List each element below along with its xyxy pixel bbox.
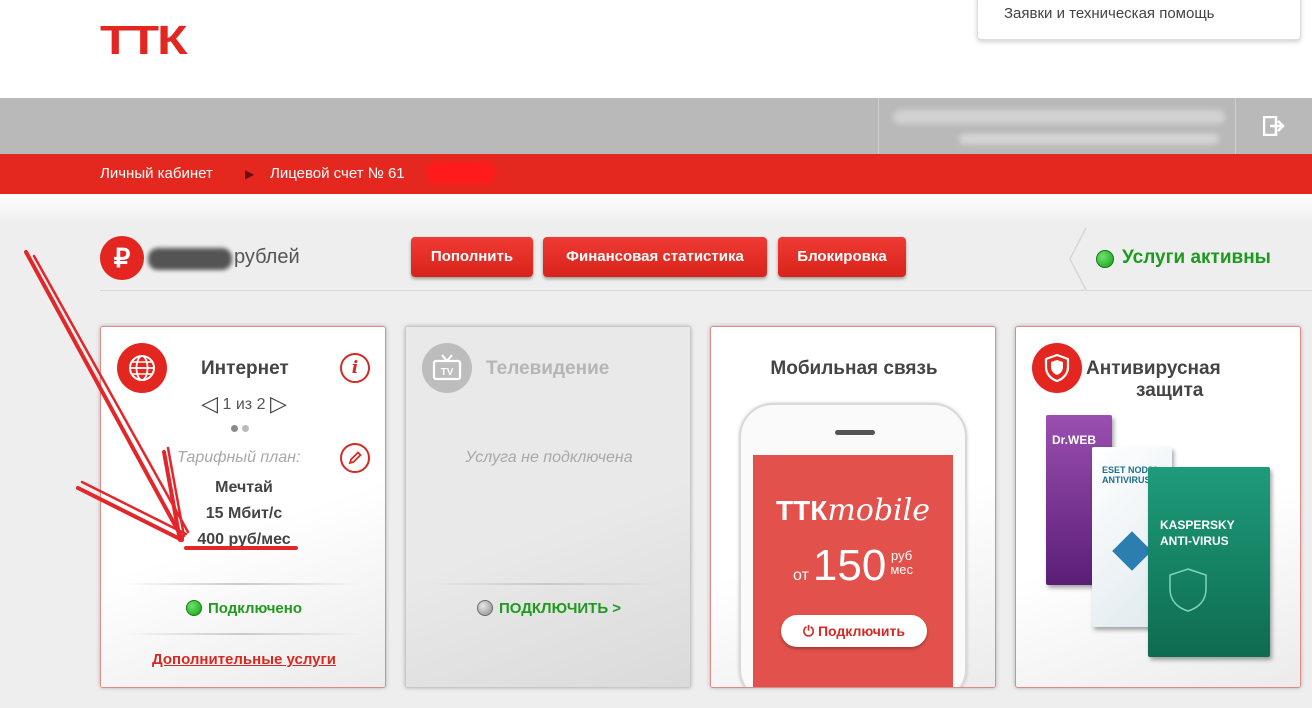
breadcrumb: Личный кабинет ▶ Лицевой счет № 61 (0, 154, 1312, 194)
redacted-user-name (893, 110, 1225, 124)
tv-connect-text[interactable]: ПОДКЛЮЧИТЬ > (499, 600, 621, 617)
logout-button[interactable] (1236, 98, 1312, 154)
mobile-connect-button[interactable]: ⏻ Подключить (781, 615, 927, 647)
help-dropdown[interactable]: Заявки и техническая помощь (977, 0, 1301, 40)
pager-dot[interactable] (231, 425, 238, 432)
ttk-mobile-logo: ТТКmobile (776, 493, 930, 528)
tv-icon: TV (422, 343, 472, 393)
breadcrumb-home[interactable]: Личный кабинет (100, 165, 213, 182)
plan-speed: 15 Мбит/с (205, 505, 283, 522)
tv-title: Телевидение (486, 358, 610, 379)
phone-screen: ТТКmobile от150 руб мес ⏻ Подключить (753, 455, 953, 687)
mobile-title: Мобильная связь (770, 358, 938, 379)
divider (100, 290, 1312, 291)
status-active-icon (1096, 250, 1114, 268)
info-icon[interactable]: i (340, 353, 370, 383)
ruble-icon: ₽ (100, 236, 144, 280)
internet-status-text: Подключено (208, 600, 302, 617)
globe-icon (117, 343, 167, 393)
disconnected-icon (476, 600, 493, 616)
svg-text:TV: TV (441, 367, 454, 378)
plan-label: Тарифный план: (177, 449, 301, 466)
antivirus-title: Антивирусная защита (1086, 358, 1221, 401)
help-link[interactable]: Заявки и техническая помощь (1004, 5, 1214, 22)
finance-stats-button[interactable]: Финансовая статистика (543, 237, 767, 277)
mobile-card: Мобильная связь ТТКmobile от150 руб мес ⏻ … (710, 326, 996, 688)
tv-connect[interactable]: ПОДКЛЮЧИТЬ > (406, 600, 690, 617)
tab-notch-icon (1069, 228, 1087, 290)
power-icon: ⏻ (803, 623, 815, 639)
prev-arrow-icon[interactable]: ◁ (201, 391, 218, 416)
shield-icon (1032, 343, 1082, 393)
services-status: Услуги активны (1068, 228, 1312, 290)
breadcrumb-account: Лицевой счет № 61 (270, 165, 405, 182)
plan-price: 400 руб/мес (197, 531, 291, 548)
extra-services-link[interactable]: Дополнительные услуги (101, 651, 385, 668)
balance-label: рублей (234, 246, 300, 268)
pager-text: 1 из 2 (222, 396, 266, 413)
next-arrow-icon[interactable]: ▷ (270, 391, 287, 416)
user-info-area (878, 98, 1236, 154)
mobile-price: от150 руб мес (793, 541, 913, 590)
plan-name: Мечтай (215, 479, 273, 496)
kaspersky-box: KASPERSKY ANTI-VIRUS (1148, 467, 1270, 657)
internet-title: Интернет (201, 358, 289, 379)
redacted-balance (148, 248, 232, 270)
topup-button[interactable]: Пополнить (411, 237, 533, 277)
internet-status: Подключено (101, 600, 385, 617)
tariff-pager: ◁ 1 из 2 ▷ (101, 391, 385, 417)
ttk-logo[interactable]: ТТК (100, 20, 188, 61)
block-button[interactable]: Блокировка (778, 237, 906, 277)
pencil-icon[interactable] (340, 443, 370, 473)
pager-dot[interactable] (242, 425, 249, 432)
antivirus-card: Антивирусная защита Dr.WEB ESET NOD32 ANT… (1015, 326, 1301, 688)
tv-not-connected: Услуга не подключена (465, 449, 633, 466)
tv-card: TV Телевидение Услуга не подключена ПОДК… (405, 326, 691, 688)
connected-icon (186, 600, 202, 616)
services-status-text: Услуги активны (1122, 247, 1271, 268)
top-header: ТТК Заявки и техническая помощь (0, 0, 1312, 98)
user-bar (0, 98, 1312, 154)
redacted-account-number (426, 162, 496, 184)
redacted-user-address (959, 134, 1219, 144)
breadcrumb-arrow-icon: ▶ (245, 167, 255, 181)
logout-icon (1263, 116, 1285, 136)
pager-dots (231, 419, 253, 437)
phone-image: ТТКmobile от150 руб мес ⏻ Подключить (739, 403, 967, 687)
internet-card: Интернет i ◁ 1 из 2 ▷ Тарифный план: Меч… (100, 326, 386, 688)
